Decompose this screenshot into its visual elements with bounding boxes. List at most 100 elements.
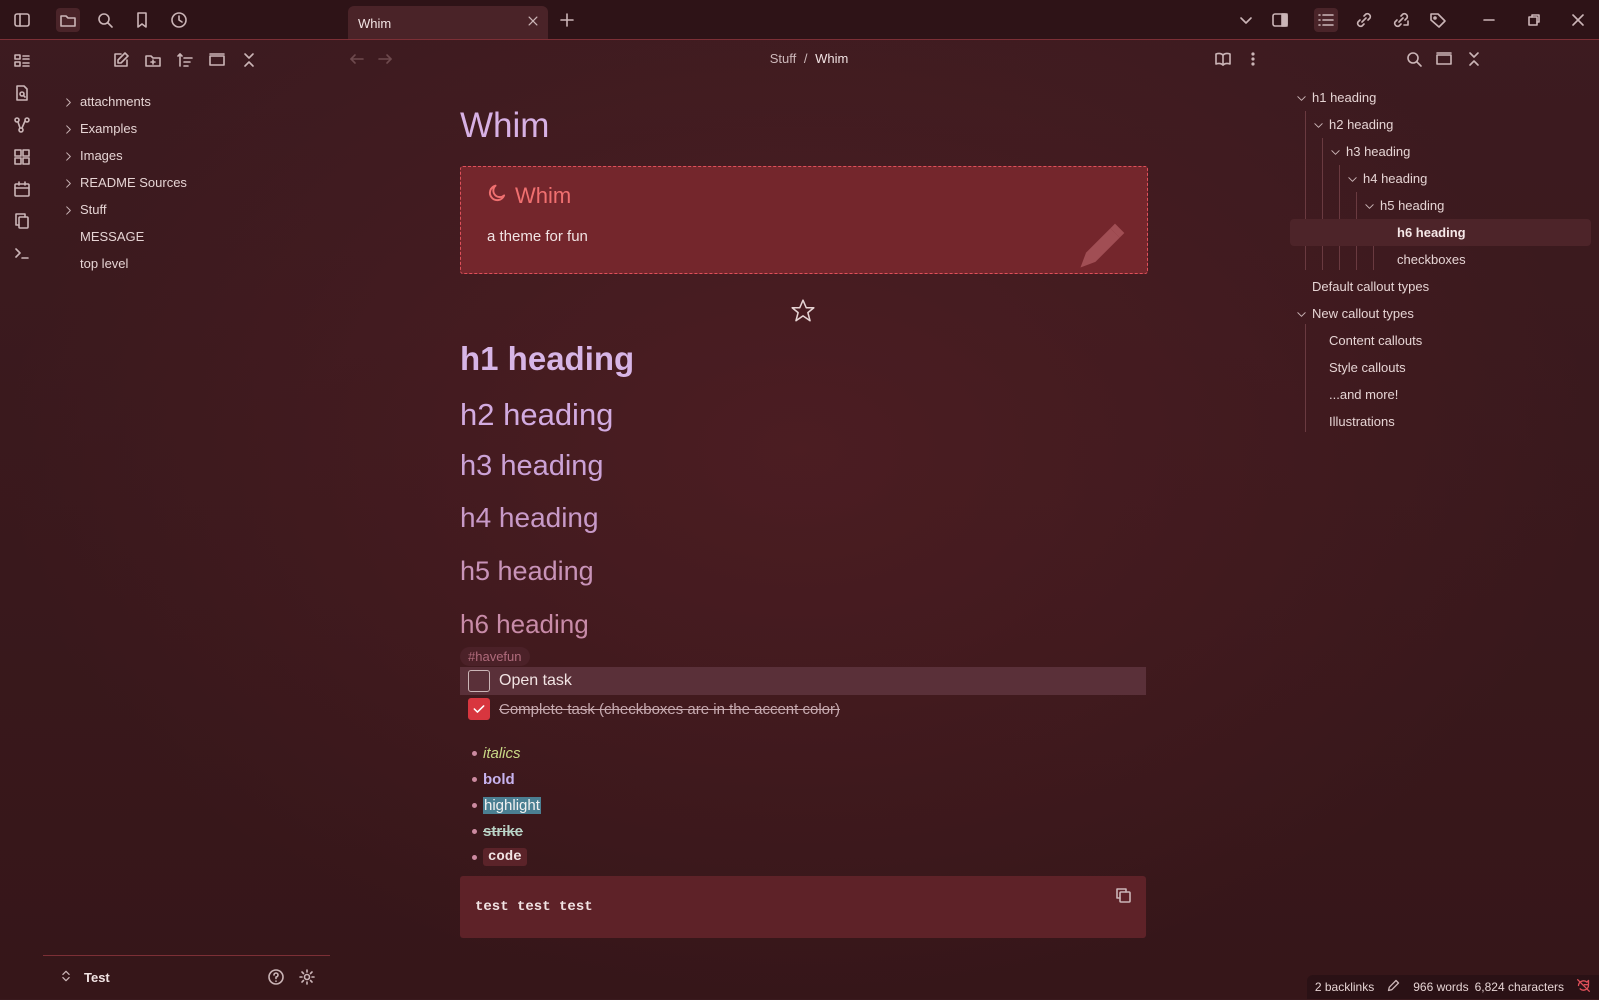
ribbon [0,40,43,999]
list-item: bold [472,766,541,792]
chevron-right-icon [63,177,74,192]
new-folder-icon[interactable] [143,50,163,70]
heading-h3[interactable]: h3 heading [460,450,604,483]
settings-gear-icon[interactable] [298,968,316,991]
chevron-down-icon[interactable] [1347,173,1358,188]
dashboard-icon[interactable] [12,51,32,71]
outline-item-content-callouts[interactable]: Content callouts [1288,327,1599,354]
outline-auto-expand-icon[interactable] [1435,50,1453,73]
word-count: 966 words [1413,980,1469,994]
outline-item-h4[interactable]: h4 heading [1288,165,1599,192]
folder-attachments[interactable]: attachments [43,88,330,115]
tree-item-label: Stuff [80,202,107,217]
outline-item-checkboxes[interactable]: checkboxes [1288,246,1599,273]
backlinks-count[interactable]: 2 backlinks [1315,980,1374,994]
outline-item-h6-selected[interactable]: h6 heading [1290,219,1591,246]
outline-item-h5[interactable]: h5 heading [1288,192,1599,219]
outline-item-illustrations[interactable]: Illustrations [1288,408,1599,435]
outline-item-h2[interactable]: h2 heading [1288,111,1599,138]
bookmark-icon[interactable] [130,8,154,32]
code-content: test test test [475,899,593,915]
file-search-icon[interactable] [12,83,32,103]
outline-collapse-all-icon[interactable] [1465,50,1483,73]
minimize-icon[interactable] [1477,8,1501,32]
outline-list-icon[interactable] [1314,8,1338,32]
folder-readme-sources[interactable]: README Sources [43,169,330,196]
file-message[interactable]: MESSAGE [43,223,330,250]
inline-code: code [483,848,527,866]
note-title[interactable]: Whim [460,106,549,146]
new-tab-plus-icon[interactable] [555,8,579,32]
more-options-icon[interactable] [1244,50,1262,73]
sync-off-icon[interactable] [1576,978,1591,996]
chevron-down-icon[interactable] [1364,200,1375,215]
task-checkbox-checked[interactable] [468,698,490,720]
tag-pill[interactable]: #havefun [460,647,530,666]
outgoing-links-icon[interactable] [1389,8,1413,32]
breadcrumb-current[interactable]: Whim [815,51,848,66]
calendar-icon[interactable] [12,179,32,199]
terminal-icon[interactable] [12,243,32,263]
outline-item-default-callout-types[interactable]: Default callout types [1288,273,1599,300]
right-sidebar-toggle-icon[interactable] [1268,8,1292,32]
sidebar-toggle-icon[interactable] [10,8,34,32]
close-tab-icon[interactable] [526,14,540,33]
code-block[interactable]: test test test [460,876,1146,938]
tab-whim[interactable]: Whim [348,6,548,39]
edit-pencil-icon[interactable] [1386,978,1401,996]
breadcrumb-separator: / [803,51,808,66]
folder-examples[interactable]: Examples [43,115,330,142]
formatting-list: italics bold highlight strike code math [472,740,541,896]
search-icon[interactable] [93,8,117,32]
vault-name: Test [84,970,110,985]
copy-code-icon[interactable] [1114,886,1132,909]
checkmark-icon [473,705,485,713]
tags-icon[interactable] [1426,8,1450,32]
outline-label: h2 heading [1329,117,1394,132]
outline-item-h3[interactable]: h3 heading [1288,138,1599,165]
heading-h4[interactable]: h4 heading [460,502,599,534]
folder-images[interactable]: Images [43,142,330,169]
breadcrumb-parent[interactable]: Stuff [770,51,797,66]
vault-switcher[interactable]: Test [43,955,330,1000]
outline-item-h1[interactable]: h1 heading [1288,84,1599,111]
new-note-icon[interactable] [111,50,131,70]
tab-list-chevron-down-icon[interactable] [1234,8,1258,32]
tree-item-label: top level [80,256,129,271]
heading-h6[interactable]: h6 heading [460,609,589,640]
help-icon[interactable] [267,968,285,991]
recent-clock-icon[interactable] [167,8,191,32]
sort-icon[interactable] [175,50,195,70]
canvas-grid-icon[interactable] [12,147,32,167]
outline-item-and-more[interactable]: ...and more! [1288,381,1599,408]
outline-label: checkboxes [1397,252,1466,267]
file-top-level[interactable]: top level [43,250,330,277]
folder-stuff[interactable]: Stuff [43,196,330,223]
heading-h1[interactable]: h1 heading [460,340,634,378]
reading-view-book-icon[interactable] [1214,50,1232,73]
graph-view-icon[interactable] [12,115,32,135]
outline-item-style-callouts[interactable]: Style callouts [1288,354,1599,381]
collapse-all-icon[interactable] [239,50,259,70]
chevron-down-icon[interactable] [1296,308,1307,323]
outline-search-icon[interactable] [1405,50,1423,73]
file-explorer-toolbar [111,50,259,70]
bullet [472,802,477,808]
heading-h5[interactable]: h5 heading [460,556,594,587]
heading-h2[interactable]: h2 heading [460,397,613,433]
close-window-icon[interactable] [1566,8,1590,32]
callout-box[interactable]: Whim a theme for fun [460,166,1148,274]
outline-item-new-callout-types[interactable]: New callout types [1288,300,1599,327]
restore-window-icon[interactable] [1522,8,1546,32]
bullet [472,854,477,860]
chevron-down-icon[interactable] [1330,146,1341,161]
file-tree: attachments Examples Images README Sourc… [43,88,330,277]
chevron-down-icon[interactable] [1313,119,1324,134]
files-icon[interactable] [56,8,80,32]
auto-reveal-icon[interactable] [207,50,227,70]
tree-item-label: MESSAGE [80,229,145,244]
copy-files-icon[interactable] [12,211,32,231]
chevron-down-icon[interactable] [1296,92,1307,107]
task-checkbox[interactable] [468,670,490,692]
backlinks-icon[interactable] [1352,8,1376,32]
